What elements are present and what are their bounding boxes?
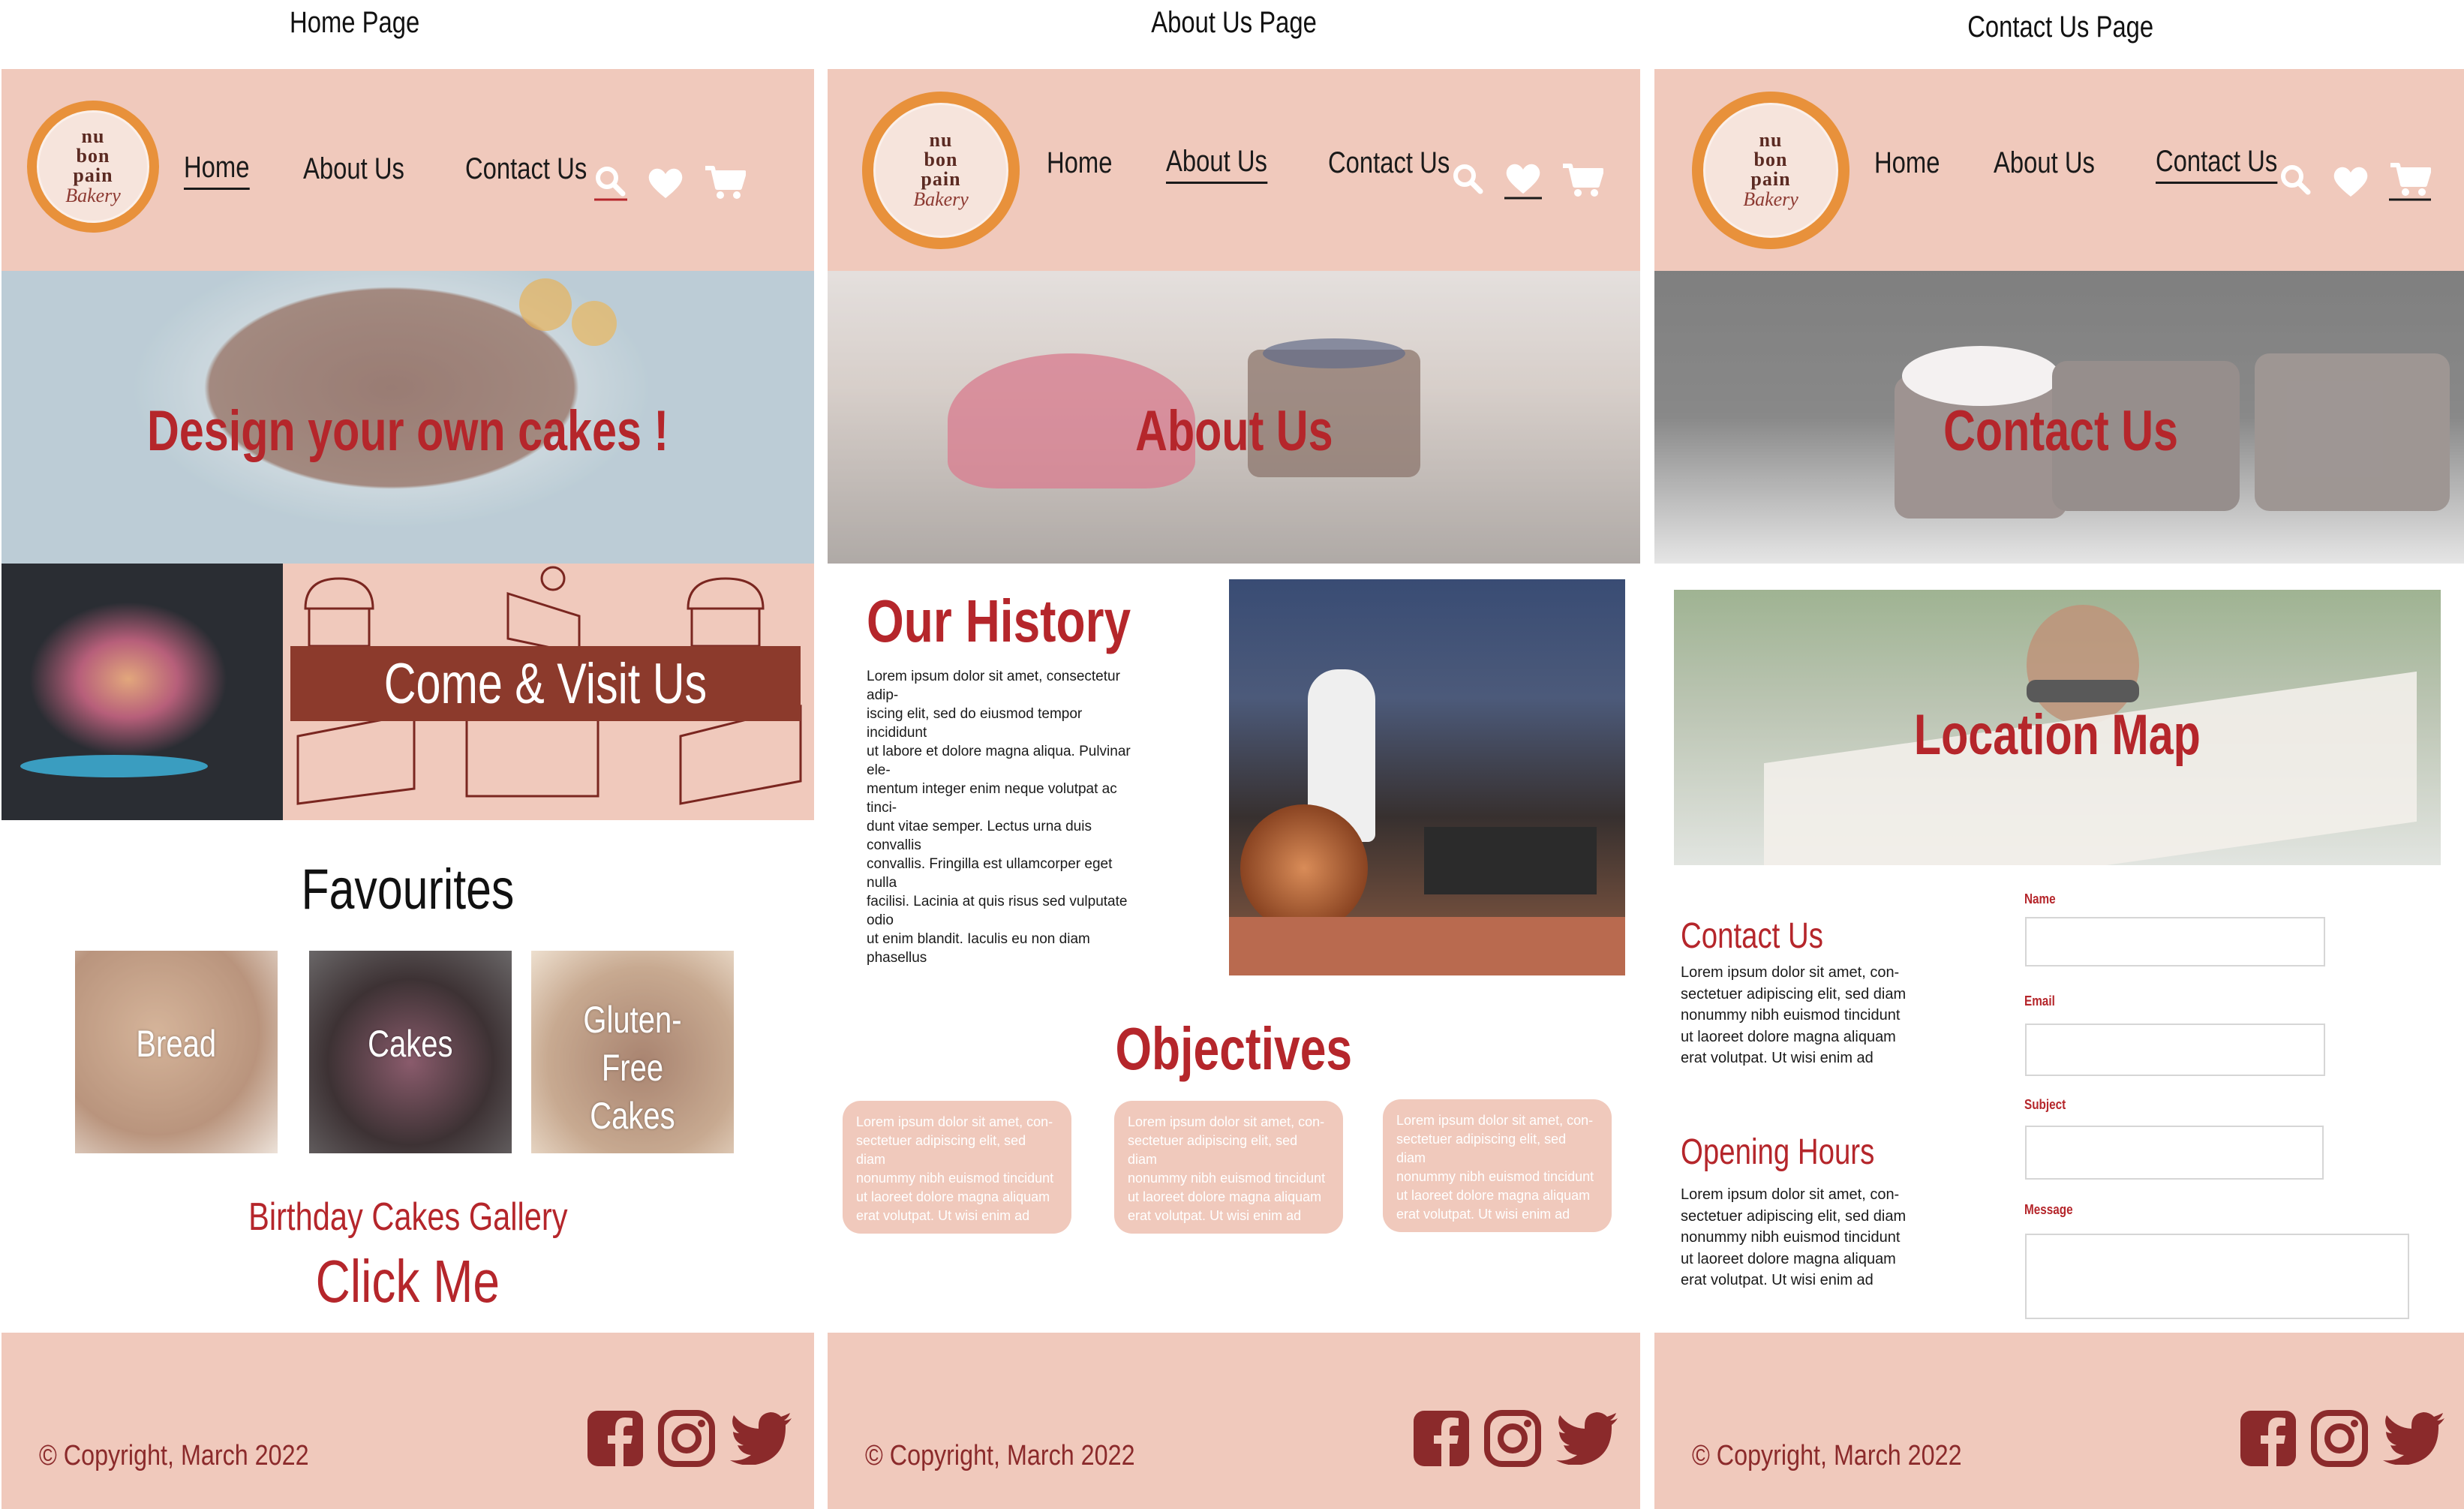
about-hero: About Us — [828, 271, 1640, 564]
contact-page: nu bon pain Bakery Home About Us Contact… — [1654, 69, 2464, 1509]
heart-icon[interactable] — [2332, 165, 2369, 198]
gallery-title: Birthday Cakes Gallery — [248, 1195, 568, 1239]
home-hero-title: Design your own cakes ! — [146, 399, 669, 463]
site-footer: © Copyright, March 2022 — [828, 1333, 1640, 1509]
social-links — [587, 1410, 793, 1467]
header-icons — [2279, 162, 2431, 201]
about-page-label: About Us Page — [1151, 6, 1317, 39]
social-links — [2240, 1410, 2446, 1467]
site-footer: © Copyright, March 2022 — [1654, 1333, 2464, 1509]
cart-icon[interactable] — [704, 165, 746, 201]
nav-contact-link[interactable]: Contact Us — [1328, 146, 1450, 183]
contact-info-text: Lorem ipsum dolor sit amet, con-sectetue… — [1681, 964, 1907, 1066]
twitter-icon[interactable] — [1556, 1412, 1619, 1465]
message-field[interactable] — [2025, 1234, 2409, 1319]
home-page-label: Home Page — [289, 6, 420, 39]
email-label: Email — [2024, 993, 2055, 1009]
brand-logo[interactable]: nu bon pain Bakery — [1692, 92, 1850, 249]
site-header: nu bon pain Bakery Home About Us Contact… — [1654, 69, 2464, 271]
email-field[interactable] — [2025, 1024, 2325, 1076]
objective-card: Lorem ipsum dolor sit amet, con-sectetue… — [1383, 1099, 1612, 1232]
favourite-gluten-free[interactable]: Gluten- Free Cakes — [531, 951, 734, 1153]
history-title: Our History — [867, 588, 1131, 654]
contact-info-title: Contact Us — [1681, 916, 1823, 956]
nav-contact-link[interactable]: Contact Us — [465, 152, 587, 189]
facebook-icon[interactable] — [2240, 1411, 2296, 1466]
name-label: Name — [2024, 891, 2056, 906]
nav-about-link[interactable]: About Us — [1165, 145, 1267, 184]
home-page: nu bon pain Bakery Home About Us Contact… — [2, 69, 814, 1509]
location-map-banner[interactable]: Location Map — [1674, 590, 2441, 865]
twitter-icon[interactable] — [730, 1412, 793, 1465]
header-icons — [1452, 162, 1603, 200]
opening-hours-text: Lorem ipsum dolor sit amet, con-sectetue… — [1681, 1186, 1907, 1288]
instagram-icon[interactable] — [1484, 1410, 1541, 1467]
search-icon[interactable] — [2279, 164, 2312, 200]
objective-card: Lorem ipsum dolor sit amet, con-sectetue… — [843, 1101, 1071, 1234]
search-icon[interactable] — [1452, 163, 1485, 199]
main-nav: Home About Us Contact Us — [1874, 145, 2304, 184]
name-field[interactable] — [2025, 917, 2325, 966]
instagram-icon[interactable] — [658, 1410, 715, 1467]
facebook-icon[interactable] — [1414, 1411, 1469, 1466]
visit-us-bar: Come & Visit Us — [290, 646, 801, 721]
heart-icon[interactable] — [647, 167, 684, 200]
opening-hours-title: Opening Hours — [1681, 1132, 1875, 1172]
social-links — [1414, 1410, 1619, 1467]
contact-hero: Contact Us — [1654, 271, 2464, 564]
visit-us-banner[interactable]: Come & Visit Us — [283, 564, 814, 820]
site-header: nu bon pain Bakery Home About Us Contact… — [2, 69, 814, 271]
contact-hero-title: Contact Us — [1943, 399, 2178, 463]
nav-about-link[interactable]: About Us — [1994, 146, 2095, 183]
objectives-title: Objectives — [1115, 1015, 1353, 1082]
about-hero-title: About Us — [1134, 399, 1333, 463]
brand-logo[interactable]: nu bon pain Bakery — [27, 101, 159, 233]
about-page: nu bon pain Bakery Home About Us Contact… — [828, 69, 1640, 1509]
subject-label: Subject — [2024, 1097, 2066, 1112]
nav-home-link[interactable]: Home — [1874, 146, 1940, 183]
location-map-title: Location Map — [1913, 703, 2201, 767]
contact-page-label: Contact Us Page — [1967, 11, 2154, 44]
nav-home-link[interactable]: Home — [184, 151, 250, 190]
header-icons — [594, 165, 746, 201]
facebook-icon[interactable] — [587, 1411, 643, 1466]
gallery-click-me-link[interactable]: Click Me — [2, 1247, 814, 1316]
copyright-text: © Copyright, March 2022 — [39, 1440, 309, 1471]
bakery-window-photo — [1229, 579, 1625, 975]
twitter-icon[interactable] — [2383, 1412, 2446, 1465]
main-nav: Home About Us Contact Us — [1047, 145, 1477, 184]
cart-icon[interactable] — [2389, 162, 2431, 201]
favourite-cakes[interactable]: Cakes — [309, 951, 512, 1153]
cart-icon[interactable] — [1561, 163, 1603, 199]
main-nav: Home About Us Contact Us — [184, 151, 614, 190]
favourites-title: Favourites — [301, 858, 515, 921]
subject-field[interactable] — [2025, 1126, 2324, 1180]
copyright-text: © Copyright, March 2022 — [1692, 1440, 1962, 1471]
cake-photo — [2, 564, 283, 820]
brand-logo[interactable]: nu bon pain Bakery — [862, 92, 1020, 249]
copyright-text: © Copyright, March 2022 — [865, 1440, 1135, 1471]
search-icon[interactable] — [594, 165, 627, 201]
heart-icon[interactable] — [1504, 162, 1542, 200]
home-hero: Design your own cakes ! — [2, 271, 814, 564]
history-text: Lorem ipsum dolor sit amet, consectetur … — [867, 669, 1131, 966]
message-label: Message — [2024, 1202, 2073, 1217]
site-header: nu bon pain Bakery Home About Us Contact… — [828, 69, 1640, 271]
objective-card: Lorem ipsum dolor sit amet, con-sectetue… — [1114, 1101, 1343, 1234]
favourite-bread[interactable]: Bread — [75, 951, 278, 1153]
nav-about-link[interactable]: About Us — [303, 152, 404, 189]
site-footer: © Copyright, March 2022 — [2, 1333, 814, 1509]
instagram-icon[interactable] — [2311, 1410, 2368, 1467]
nav-contact-link[interactable]: Contact Us — [2156, 145, 2278, 184]
nav-home-link[interactable]: Home — [1047, 146, 1112, 183]
